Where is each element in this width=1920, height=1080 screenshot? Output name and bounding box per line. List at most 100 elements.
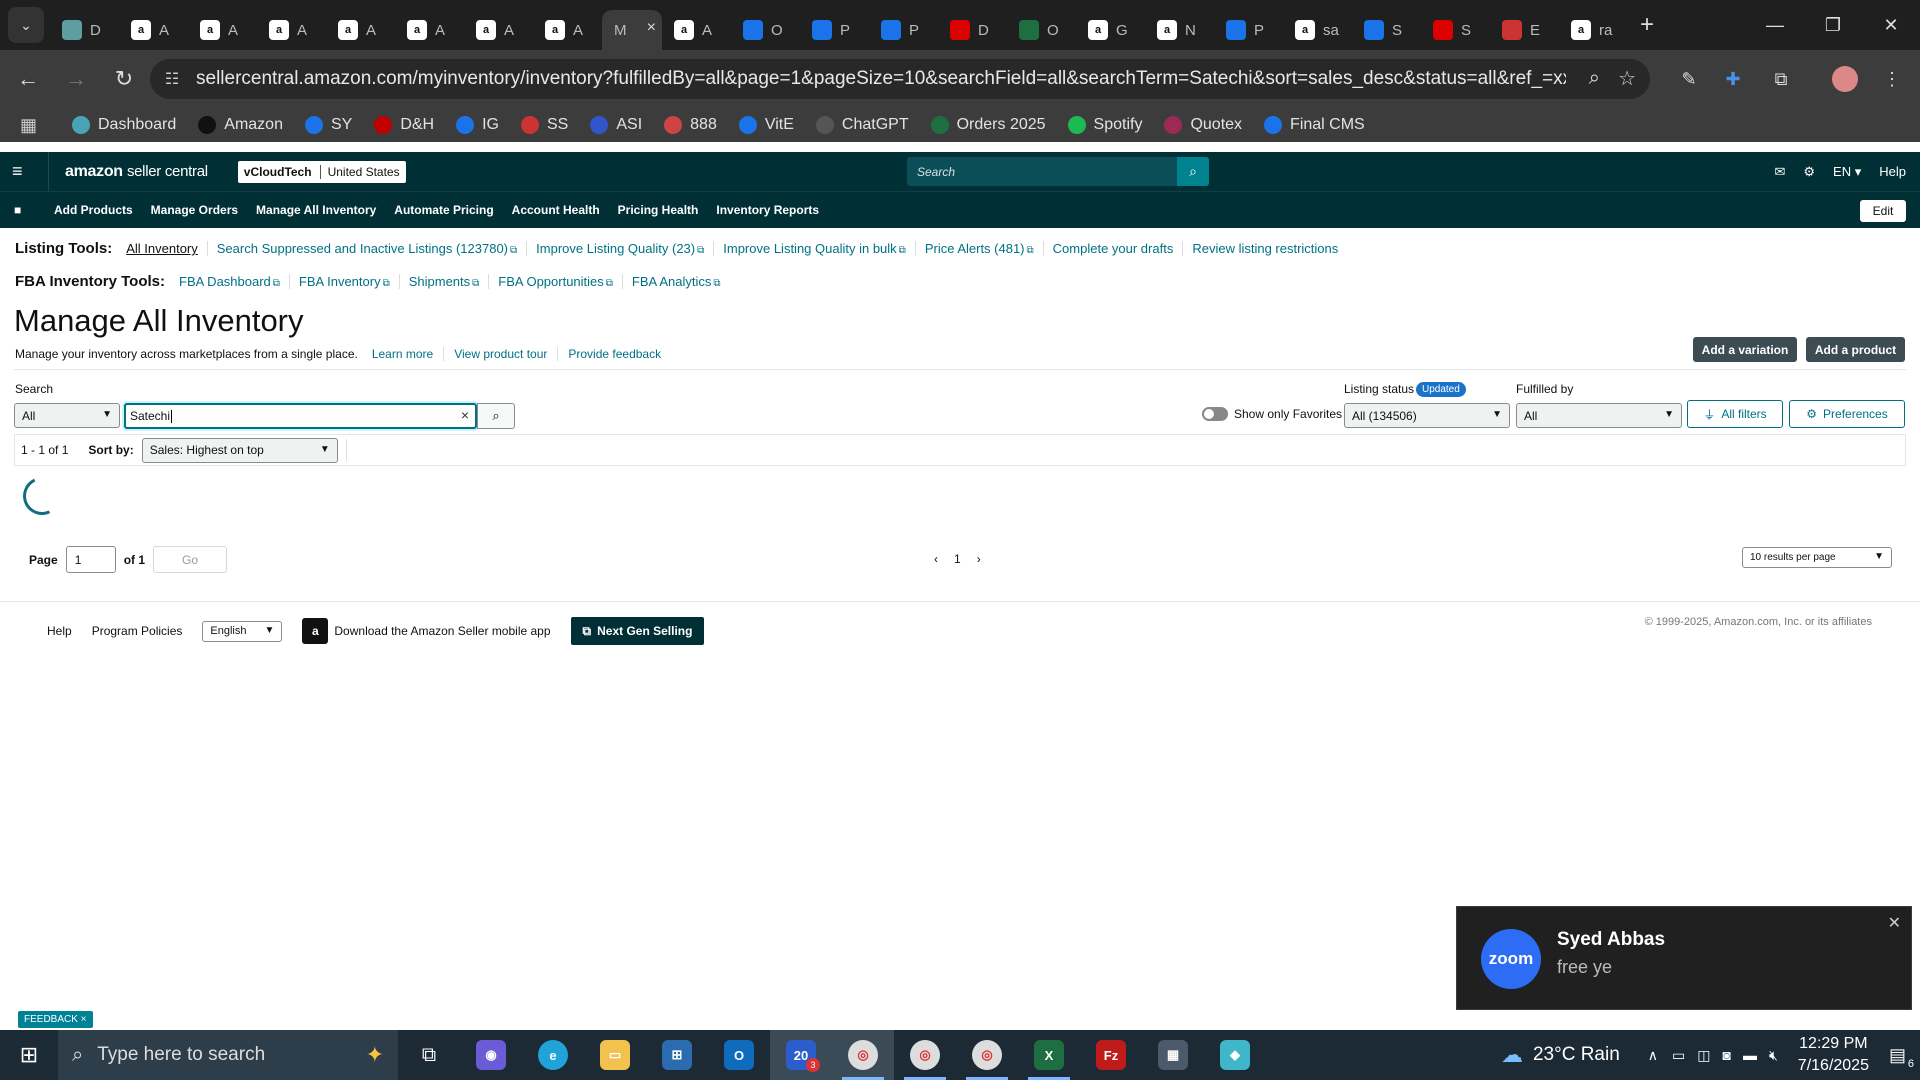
battery-icon[interactable]: ▬ (1743, 1047, 1757, 1063)
hamburger-menu-icon[interactable]: ≡ (12, 161, 34, 182)
bookmark-item[interactable]: Quotex (1164, 116, 1242, 134)
listing-status-select[interactable]: All (134506) ▼ (1344, 403, 1510, 428)
program-policies-link[interactable]: Program Policies (92, 624, 183, 638)
favorites-toggle[interactable] (1202, 407, 1228, 421)
extensions-puzzle-icon[interactable]: ⧉ (1764, 62, 1798, 96)
zoom-icon[interactable]: ⌕ (1589, 67, 1600, 90)
footer-language-select[interactable]: English ▼ (202, 620, 283, 642)
bookmark-item[interactable]: SY (304, 116, 352, 134)
browser-tab[interactable]: S (1421, 10, 1490, 50)
mute-speaker-icon[interactable]: 🔇︎ (1769, 1047, 1778, 1064)
chrome-icon[interactable]: ◎ (832, 1030, 894, 1080)
search-input[interactable]: Satechi × (124, 403, 477, 429)
browser-tab[interactable]: aA (119, 10, 188, 50)
bookmark-item[interactable]: Final CMS (1264, 116, 1365, 134)
clock[interactable]: 12:29 PM 7/16/2025 (1798, 1033, 1869, 1077)
preferences-button[interactable]: ⚙ Preferences (1789, 400, 1905, 428)
header-search-input[interactable]: Search (917, 165, 1177, 179)
taskbar-search[interactable]: ⌕ Type here to search ✦ (58, 1030, 398, 1080)
seller-central-logo[interactable]: amazon seller central (65, 163, 208, 181)
bookmark-icon[interactable]: ■ (14, 203, 36, 217)
bookmark-item[interactable]: 888 (664, 116, 717, 134)
zoom-notification[interactable]: zoom Syed Abbas free ye ✕ (1456, 906, 1912, 1010)
extension-icon[interactable]: ✚ (1716, 62, 1750, 96)
copilot-icon[interactable]: ◉ (460, 1030, 522, 1080)
bookmark-item[interactable]: IG (456, 116, 499, 134)
meet-icon[interactable]: ◫ (1697, 1047, 1710, 1064)
reload-button[interactable]: ↻ (104, 59, 144, 99)
all-filters-button[interactable]: ⏚ All filters (1687, 400, 1783, 428)
edit-nav-button[interactable]: Edit (1860, 200, 1906, 222)
tool-link[interactable]: FBA Analytics ⧉ (632, 274, 730, 289)
feedback-tab[interactable]: FEEDBACK × (18, 1011, 93, 1028)
page-help-link[interactable]: View product tour (454, 347, 559, 361)
browser-tab[interactable]: aA (533, 10, 602, 50)
tool-link[interactable]: Shipments ⧉ (409, 274, 490, 289)
browser-tab[interactable]: P (869, 10, 938, 50)
close-tab-icon[interactable]: × (647, 19, 656, 37)
weather-widget[interactable]: ☁ 23°C Rain (1501, 1042, 1620, 1068)
bookmark-item[interactable]: Spotify (1067, 116, 1142, 134)
browser-tab[interactable]: aA (464, 10, 533, 50)
filezilla-icon[interactable]: Fz (1080, 1030, 1142, 1080)
tool-link[interactable]: Review listing restrictions (1192, 241, 1347, 256)
browser-tab[interactable]: a sa (1283, 10, 1352, 50)
gear-icon[interactable]: ⚙ (1803, 164, 1815, 180)
nav-item[interactable]: Pricing Health (618, 203, 699, 217)
bookmark-item[interactable]: D&H (374, 116, 434, 134)
browser-tab[interactable]: aG (1076, 10, 1145, 50)
file-explorer-icon[interactable]: ▭ (584, 1030, 646, 1080)
extension-icon[interactable]: ✎ (1672, 62, 1706, 96)
restore-button[interactable]: ❐ (1804, 0, 1862, 50)
browser-tab[interactable]: S (1352, 10, 1421, 50)
page-number[interactable]: 1 (954, 552, 961, 566)
calculator-icon[interactable]: ▦ (1142, 1030, 1204, 1080)
notifications-icon[interactable]: ▤ 6 (1889, 1045, 1914, 1070)
forward-button[interactable]: → (56, 59, 96, 99)
help-link[interactable]: Help (1879, 164, 1906, 179)
fulfilled-by-select[interactable]: All ▼ (1516, 403, 1682, 428)
browser-tab[interactable]: aN (1145, 10, 1214, 50)
search-submit-button[interactable]: ⌕ (477, 403, 515, 429)
edge-icon[interactable]: e (522, 1030, 584, 1080)
clear-icon[interactable]: × (461, 407, 469, 423)
mobile-app-link[interactable]: Download the Amazon Seller mobile app (334, 624, 550, 638)
tool-link[interactable]: Complete your drafts (1053, 241, 1184, 256)
browser-tab[interactable]: D (938, 10, 1007, 50)
browser-tab[interactable]: aA (257, 10, 326, 50)
nav-item[interactable]: Account Health (512, 203, 600, 217)
bookmark-star-icon[interactable]: ☆ (1618, 66, 1636, 91)
address-bar[interactable]: ☷ sellercentral.amazon.com/myinventory/i… (150, 59, 1650, 99)
tool-link[interactable]: All Inventory (126, 241, 208, 256)
browser-tab[interactable]: M × (602, 10, 662, 50)
amazon-app-icon[interactable]: a (302, 618, 329, 644)
minimize-button[interactable]: — (1746, 0, 1804, 50)
sort-select[interactable]: Sales: Highest on top ▼ (141, 437, 338, 463)
add-product-button[interactable]: Add a product (1806, 337, 1905, 362)
bookmark-item[interactable]: VitE (738, 116, 794, 134)
search-icon[interactable]: ⌕ (1177, 157, 1209, 186)
nav-item[interactable]: Inventory Reports (716, 203, 819, 217)
browser-tab[interactable]: O (731, 10, 800, 50)
chrome-icon[interactable]: ◎ (956, 1030, 1018, 1080)
camera-icon[interactable]: ◙ (1723, 1047, 1731, 1063)
nav-item[interactable]: Add Products (54, 203, 133, 217)
tool-link[interactable]: FBA Dashboard ⧉ (179, 274, 290, 289)
bookmark-item[interactable]: Amazon (198, 116, 283, 134)
display-icon[interactable]: ▭ (1672, 1047, 1685, 1064)
browser-tab[interactable]: aA (662, 10, 731, 50)
close-window-button[interactable]: ✕ (1862, 0, 1920, 50)
menu-kebab-icon[interactable]: ⋮ (1875, 62, 1909, 96)
browser-tab[interactable]: P (800, 10, 869, 50)
task-view-icon[interactable]: ⧉ (398, 1030, 460, 1080)
chevron-left-icon[interactable]: ‹ (934, 552, 938, 566)
windows-start-icon[interactable]: ⊞ (0, 1030, 58, 1080)
bookmark-item[interactable]: Dashboard (72, 116, 176, 134)
bookmark-item[interactable]: SS (521, 116, 568, 134)
tool-link[interactable]: Search Suppressed and Inactive Listings … (217, 241, 528, 256)
mail-icon[interactable]: ✉ (1774, 164, 1785, 180)
tool-link[interactable]: FBA Inventory ⧉ (299, 274, 400, 289)
nav-item[interactable]: Automate Pricing (394, 203, 493, 217)
browser-tab[interactable]: P (1214, 10, 1283, 50)
browser-tab[interactable]: aA (326, 10, 395, 50)
